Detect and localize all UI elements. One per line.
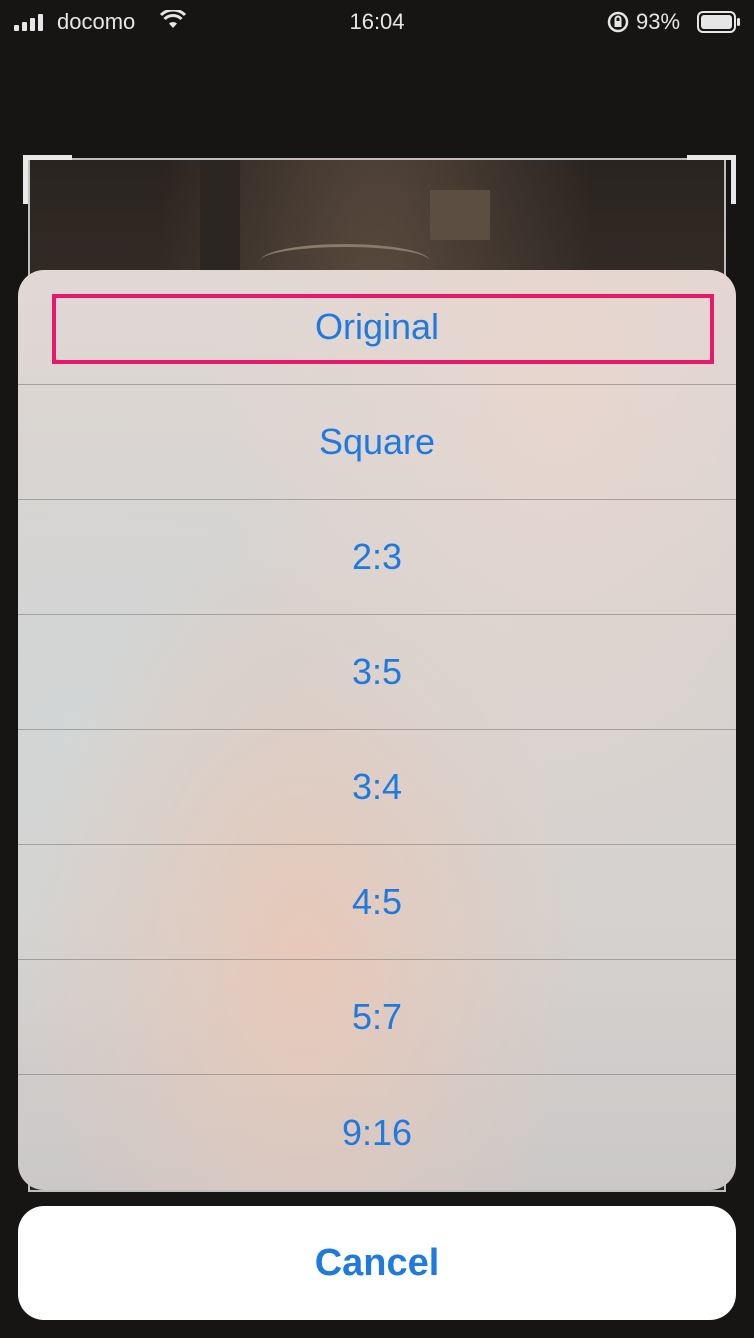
- aspect-ratio-action-sheet: Original Square 2:3 3:5 3:4 4:5 5:7 9:16: [18, 270, 736, 1190]
- cancel-button[interactable]: Cancel: [18, 1206, 736, 1320]
- option-label: 2:3: [351, 536, 403, 577]
- option-4-5[interactable]: 4:5: [18, 845, 736, 960]
- option-square[interactable]: Square: [18, 385, 736, 500]
- option-original[interactable]: Original: [18, 270, 736, 385]
- option-9-16[interactable]: 9:16: [18, 1075, 736, 1190]
- crop-handle-top-right[interactable]: [687, 155, 736, 204]
- option-label: 3:5: [351, 651, 403, 692]
- option-5-7[interactable]: 5:7: [18, 960, 736, 1075]
- option-label: 5:7: [351, 996, 403, 1037]
- cancel-label: Cancel: [314, 1241, 440, 1284]
- highlight-outline: [52, 294, 714, 364]
- option-label: Square: [318, 421, 436, 462]
- crop-handle-top-left[interactable]: [23, 155, 72, 204]
- battery-icon: [697, 11, 741, 39]
- option-2-3[interactable]: 2:3: [18, 500, 736, 615]
- rotation-lock-icon: [606, 10, 630, 40]
- option-label: 4:5: [351, 881, 403, 922]
- battery-percentage: 93%: [636, 9, 681, 34]
- option-3-4[interactable]: 3:4: [18, 730, 736, 845]
- phone-screen: docomo 16:04 93% Original Square 2:3 3:5…: [0, 0, 754, 1338]
- option-label: 9:16: [341, 1111, 413, 1153]
- option-3-5[interactable]: 3:5: [18, 615, 736, 730]
- status-bar: docomo 16:04 93%: [0, 0, 754, 44]
- option-label: 3:4: [351, 766, 403, 807]
